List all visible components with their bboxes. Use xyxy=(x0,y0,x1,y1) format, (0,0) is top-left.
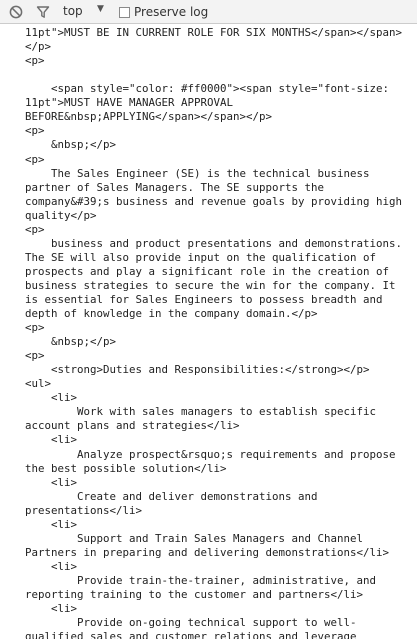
source-line: <span style="color: #ff0000"><span style… xyxy=(25,82,390,96)
source-line: reporting training to the customer and p… xyxy=(25,587,364,601)
source-line: <li> xyxy=(25,433,78,447)
source-line: depth of knowledge in the company domain… xyxy=(25,307,318,321)
source-line: <p> xyxy=(25,321,45,335)
source-line: Partners in preparing and delivering dem… xyxy=(25,545,390,559)
source-line: <li> xyxy=(25,475,78,489)
source-line: the best possible solution</li> xyxy=(25,461,227,475)
source-line: company&#39;s business and revenue goals… xyxy=(25,194,403,208)
source-line: account plans and strategies</li> xyxy=(25,419,240,433)
source-line: <p> xyxy=(25,222,45,236)
preserve-log-checkbox[interactable]: Preserve log xyxy=(119,4,208,20)
source-line: presentations</li> xyxy=(25,503,143,517)
source-line: is essential for Sales Engineers to poss… xyxy=(25,292,383,306)
source-line: <li> xyxy=(25,602,78,616)
source-line: 11pt">MUST HAVE MANAGER APPROVAL xyxy=(25,96,234,110)
source-line: The SE will also provide input on the qu… xyxy=(25,250,377,264)
source-line: BEFORE&nbsp;APPLYING</span></span></p> xyxy=(25,110,273,124)
source-line: <li> xyxy=(25,559,78,573)
checkbox-box[interactable] xyxy=(119,6,130,18)
source-line: </p> xyxy=(25,40,52,54)
source-line: <strong>Duties and Responsibilities:</st… xyxy=(25,363,370,377)
block-icon xyxy=(9,5,23,19)
source-line: The Sales Engineer (SE) is the technical… xyxy=(25,166,370,180)
preserve-log-label: Preserve log xyxy=(134,5,209,19)
source-line: business and product presentations and d… xyxy=(25,236,403,250)
source-line: Support and Train Sales Managers and Cha… xyxy=(25,531,364,545)
source-line: <p> xyxy=(25,152,45,166)
filter-icon xyxy=(36,6,50,18)
source-line: Provide train-the-trainer, administrativ… xyxy=(25,573,377,587)
source-line: <li> xyxy=(25,517,78,531)
source-line: prospects and play a significant role in… xyxy=(25,264,390,278)
source-line: Provide on-going technical support to we… xyxy=(25,616,357,630)
source-line: <li> xyxy=(25,391,78,405)
console-toolbar: top ▼ Preserve log xyxy=(0,0,417,24)
source-line: quality</p> xyxy=(25,208,97,222)
source-line: Create and deliver demonstrations and xyxy=(25,489,318,503)
source-line: <ul> xyxy=(25,377,52,391)
source-line: partner of Sales Managers. The SE suppor… xyxy=(25,180,325,194)
source-line: business strategies to secure the win fo… xyxy=(25,278,396,292)
chevron-down-icon: ▼ xyxy=(97,4,104,14)
console-message-source: <span style="color: #ff0000"><span style… xyxy=(0,0,417,639)
source-line: 11pt">MUST BE IN CURRENT ROLE FOR SIX MO… xyxy=(25,26,403,40)
source-line: <p> xyxy=(25,124,45,138)
source-line: Analyze prospect&rsquo;s requirements an… xyxy=(25,447,396,461)
context-value: top xyxy=(63,4,83,18)
clear-console-button[interactable] xyxy=(8,4,24,20)
source-line: <p> xyxy=(25,54,45,68)
source-line: Work with sales managers to establish sp… xyxy=(25,405,377,419)
devtools-console-panel: <span style="color: #ff0000"><span style… xyxy=(0,0,417,639)
execution-context-select[interactable]: top ▼ xyxy=(60,3,114,21)
source-line: &nbsp;</p> xyxy=(25,138,117,152)
source-line: <p> xyxy=(25,349,45,363)
source-line: qualified sales and customer relations a… xyxy=(25,630,357,639)
filter-button[interactable] xyxy=(35,4,51,20)
source-line xyxy=(25,68,417,82)
source-line: &nbsp;</p> xyxy=(25,335,117,349)
